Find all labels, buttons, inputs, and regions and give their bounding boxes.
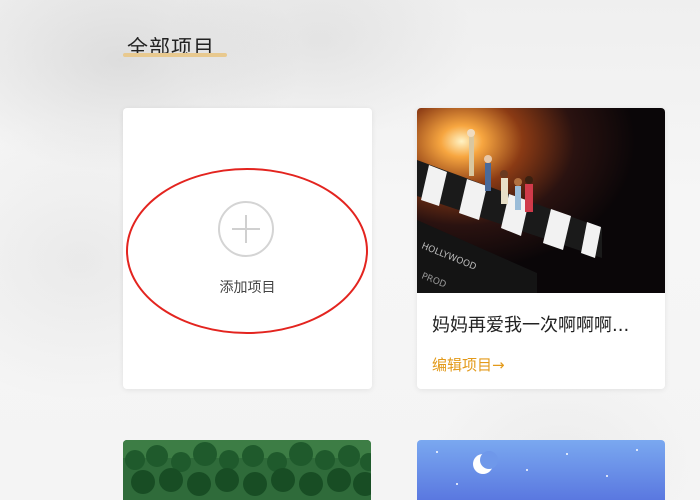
section-title-underline — [123, 53, 227, 57]
add-project-card[interactable]: 添加项目 — [123, 108, 372, 389]
forest-thumbnail[interactable] — [123, 440, 371, 500]
night-sky-thumbnail[interactable] — [417, 440, 665, 500]
edit-project-link[interactable]: 编辑项目→ — [432, 354, 505, 375]
project-card-forest[interactable] — [123, 440, 371, 500]
plus-circle-icon — [218, 201, 274, 257]
project-card[interactable]: HOLLYWOOD PROD 妈妈再爱我一次啊啊啊... 编辑项目→ — [417, 108, 665, 389]
project-card-night[interactable] — [417, 440, 665, 500]
project-thumbnail[interactable]: HOLLYWOOD PROD — [417, 108, 665, 293]
add-project-label: 添加项目 — [219, 280, 276, 296]
section-title: 全部项目 — [127, 36, 215, 60]
project-name[interactable]: 妈妈再爱我一次啊啊啊... — [432, 311, 657, 337]
